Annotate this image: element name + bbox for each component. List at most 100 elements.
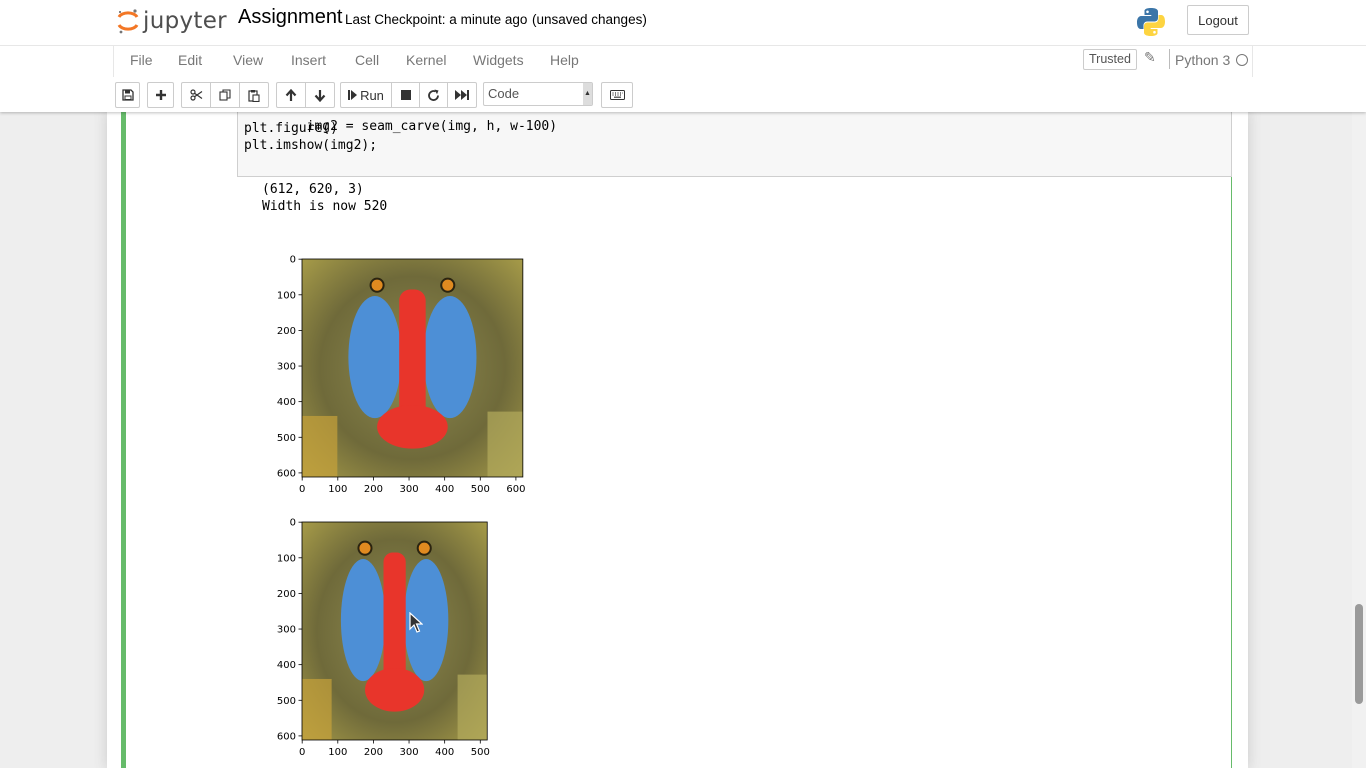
y-tick-label: 600 xyxy=(277,731,296,742)
fur-patch-left xyxy=(302,415,338,477)
x-tick-label: 400 xyxy=(435,484,454,495)
jupyter-logo-icon xyxy=(117,9,139,34)
scrollbar-thumb[interactable] xyxy=(1355,604,1363,704)
nose-tip xyxy=(377,405,448,449)
x-tick-label: 200 xyxy=(364,484,383,495)
x-tick-label: 0 xyxy=(299,747,305,758)
insert-cell-button[interactable] xyxy=(147,82,174,108)
menu-kernel[interactable]: Kernel xyxy=(406,52,446,68)
cell-output-text: (612, 620, 3) Width is now 520 xyxy=(262,181,387,215)
trusted-indicator[interactable]: Trusted xyxy=(1083,49,1137,70)
mouse-cursor-icon xyxy=(409,612,423,633)
fast-forward-icon xyxy=(455,90,469,100)
output-line-1: (612, 620, 3) xyxy=(262,182,364,197)
y-tick-label: 100 xyxy=(277,553,296,564)
y-tick-label: 200 xyxy=(277,326,296,337)
eye-right xyxy=(416,540,432,556)
nose-tip xyxy=(364,668,425,712)
cheek-right xyxy=(423,296,477,419)
eye-left xyxy=(357,540,373,556)
output-line-2: Width is now 520 xyxy=(262,199,388,214)
menu-view[interactable]: View xyxy=(233,52,263,68)
menu-edit[interactable]: Edit xyxy=(178,52,202,68)
python-logo-icon xyxy=(1137,8,1165,36)
restart-kernel-button[interactable] xyxy=(419,82,448,108)
x-tick-label: 300 xyxy=(399,747,418,758)
save-button[interactable] xyxy=(115,82,140,108)
code-line-2-text: plt.figure() xyxy=(244,121,338,136)
code-line-3-text: plt.imshow(img2); xyxy=(244,138,378,153)
move-up-button[interactable] xyxy=(276,82,306,108)
x-tick-label: 500 xyxy=(471,484,490,495)
run-button[interactable]: Run xyxy=(340,82,392,108)
refresh-icon xyxy=(428,89,439,101)
arrow-up-icon xyxy=(285,88,297,101)
cut-button[interactable] xyxy=(181,82,211,108)
step-forward-icon xyxy=(348,90,358,100)
code-line-1: img2 = seam_carve(img, h, w-100) xyxy=(306,119,558,134)
x-tick-label: 100 xyxy=(328,484,347,495)
y-tick-label: 200 xyxy=(277,589,296,600)
menu-widgets[interactable]: Widgets xyxy=(473,52,524,68)
kernel-idle-indicator-icon xyxy=(1236,54,1248,66)
y-tick-label: 100 xyxy=(277,290,296,301)
toolbar: Run Code ▲ xyxy=(113,78,1253,112)
image-plot-resized: 01002003004005006000 100 200 300 400 500 xyxy=(277,518,490,758)
move-down-button[interactable] xyxy=(305,82,335,108)
y-tick-label: 300 xyxy=(277,625,296,636)
menu-insert[interactable]: Insert xyxy=(291,52,326,68)
x-tick-label: 600 xyxy=(506,484,525,495)
scissors-icon xyxy=(189,89,202,101)
jupyter-logo[interactable]: jupyter xyxy=(116,6,227,36)
y-tick-label: 0 xyxy=(290,518,296,529)
y-tick-label: 400 xyxy=(277,660,296,671)
menu-cell[interactable]: Cell xyxy=(355,52,379,68)
code-cell-selected[interactable]: img2 = seam_carve(img, h, w-100) plt.fig… xyxy=(121,112,1232,768)
nose-ridge xyxy=(399,289,426,421)
notebook-name[interactable]: Assignment xyxy=(238,6,343,29)
autosave-status: (unsaved changes) xyxy=(532,12,647,27)
fur-patch-left xyxy=(302,678,332,740)
x-tick-label: 500 xyxy=(471,747,490,758)
image-plot-original: 01002003004005006000 100 200 300 400 500 600 xyxy=(277,255,526,495)
logout-button[interactable]: Logout xyxy=(1187,5,1249,35)
x-tick-label: 0 xyxy=(299,484,305,495)
cheek-left xyxy=(348,296,402,419)
menu-help[interactable]: Help xyxy=(550,52,579,68)
kernel-name[interactable]: Python 3 xyxy=(1175,52,1230,68)
fur-patch-right xyxy=(457,674,488,740)
restart-run-all-button[interactable] xyxy=(447,82,477,108)
pencil-icon[interactable]: ✎ xyxy=(1144,49,1156,66)
arrow-down-icon xyxy=(314,89,326,102)
paste-button[interactable] xyxy=(239,82,269,108)
y-tick-label: 0 xyxy=(290,255,296,266)
y-tick-label: 500 xyxy=(277,696,296,707)
menubar: File Edit View Insert Cell Kernel Widget… xyxy=(113,46,1253,77)
code-line-2: plt.figure() xyxy=(244,121,338,136)
cheek-left xyxy=(340,559,386,682)
x-tick-label: 400 xyxy=(435,747,454,758)
menu-file[interactable]: File xyxy=(130,52,153,68)
eye-right xyxy=(440,277,456,293)
copy-icon xyxy=(219,89,231,101)
checkpoint-status: Last Checkpoint: a minute ago xyxy=(345,12,528,27)
baboon-image xyxy=(302,259,523,477)
code-line-3: plt.imshow(img2); xyxy=(244,138,377,153)
interrupt-kernel-button[interactable] xyxy=(391,82,420,108)
x-tick-label: 300 xyxy=(399,484,418,495)
nose-ridge xyxy=(383,552,406,684)
baboon-image xyxy=(302,522,488,740)
cell-type-select[interactable]: Code ▲ xyxy=(483,82,593,106)
y-tick-label: 500 xyxy=(277,433,296,444)
jupyter-logo-text: jupyter xyxy=(143,8,227,34)
y-tick-label: 600 xyxy=(277,468,296,479)
cell-input-editor[interactable]: img2 = seam_carve(img, h, w-100) plt.fig… xyxy=(237,112,1232,177)
fur-patch-right xyxy=(487,411,523,477)
save-icon xyxy=(121,89,134,101)
page-scrollbar[interactable] xyxy=(1352,112,1366,768)
command-palette-button[interactable] xyxy=(601,82,633,108)
copy-button[interactable] xyxy=(210,82,240,108)
header-top-bar: jupyter Assignment Last Checkpoint: a mi… xyxy=(0,0,1366,46)
run-button-label: Run xyxy=(360,87,384,103)
stop-icon xyxy=(400,90,411,100)
